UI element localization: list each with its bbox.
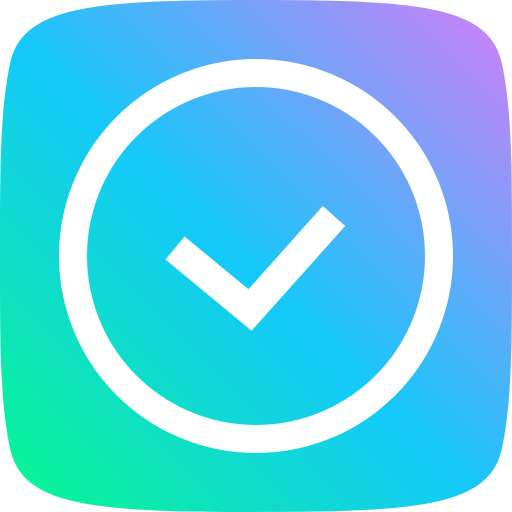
- app-icon-canvas: [0, 0, 512, 512]
- app-icon[interactable]: [0, 0, 512, 512]
